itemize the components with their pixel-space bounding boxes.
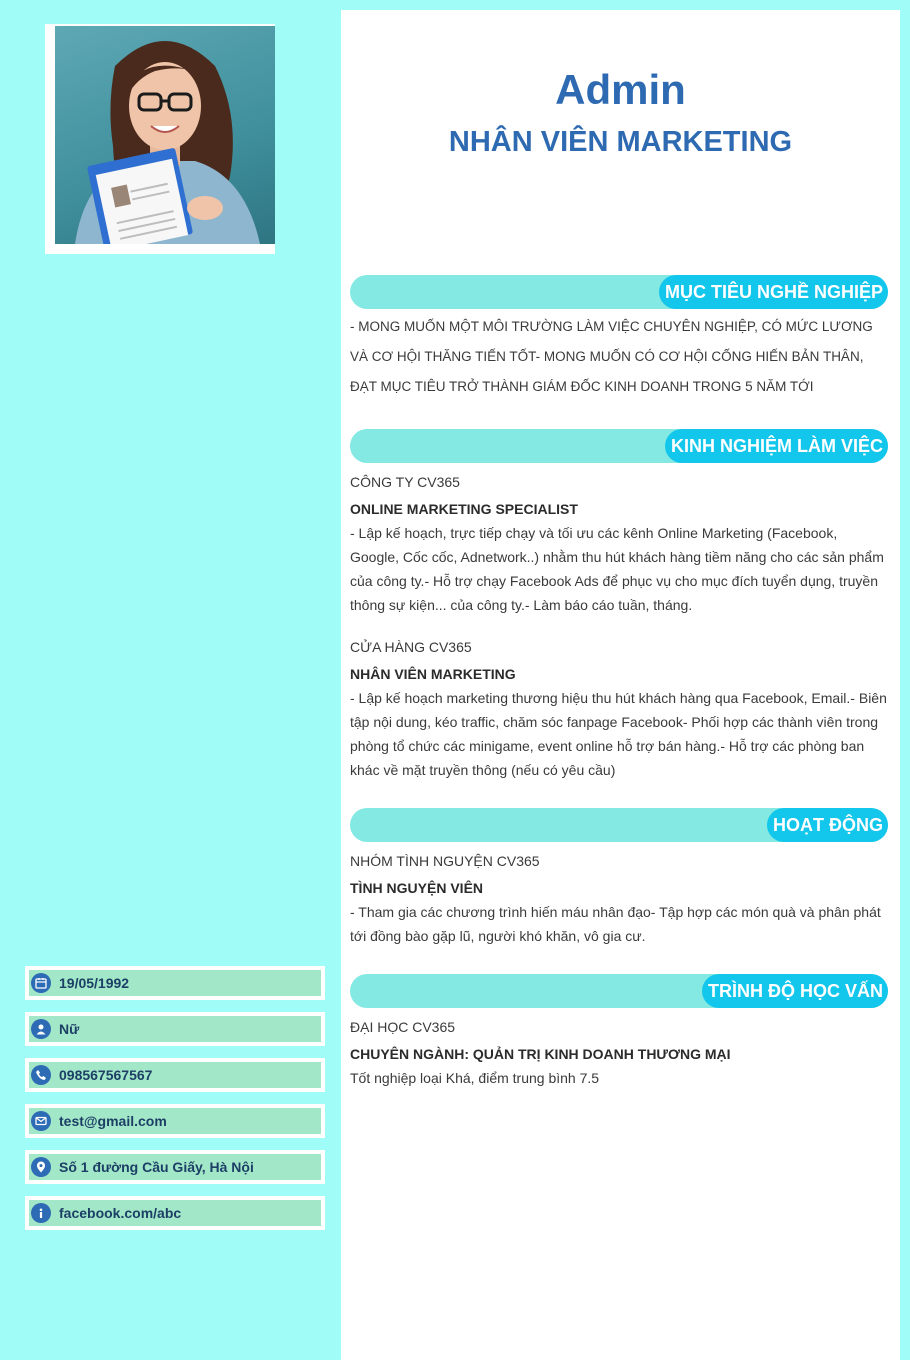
experience-role: ONLINE MARKETING SPECIALIST	[350, 501, 578, 517]
experience-item: CỬA HÀNG CV365 NHÂN VIÊN MARKETING - Lập…	[350, 638, 890, 782]
activity-role: TÌNH NGUYỆN VIÊN	[350, 880, 484, 896]
main-content: Admin NHÂN VIÊN MARKETING MỤC TIÊU NGHỀ …	[341, 10, 900, 1360]
experience-org: CỬA HÀNG CV365	[350, 639, 472, 655]
education-item: ĐẠI HỌC CV365 CHUYÊN NGÀNH: QUẢN TRỊ KIN…	[350, 1018, 890, 1090]
education-desc: Tốt nghiệp loại Khá, điểm trung bình 7.5	[350, 1070, 600, 1086]
contact-text: test@gmail.com	[59, 1113, 167, 1129]
contact-address: Số 1 đường Cầu Giấy, Hà Nội	[25, 1150, 325, 1184]
contact-facebook[interactable]: facebook.com/abc	[25, 1196, 325, 1230]
profile-photo-frame	[45, 24, 275, 254]
activity-item: NHÓM TÌNH NGUYỆN CV365 TÌNH NGUYỆN VIÊN …	[350, 852, 890, 948]
profile-photo	[55, 26, 275, 244]
experience-desc: - Lập kế hoạch marketing thương hiệu thu…	[350, 690, 887, 778]
experience-item: CÔNG TY CV365 ONLINE MARKETING SPECIALIS…	[350, 473, 890, 617]
contact-phone: 098567567567	[25, 1058, 325, 1092]
section-education-header: TRÌNH ĐỘ HỌC VẤN	[350, 974, 888, 1008]
section-activities-header: HOẠT ĐỘNG	[350, 808, 888, 842]
location-icon	[31, 1157, 51, 1177]
education-major: CHUYÊN NGÀNH: QUẢN TRỊ KINH DOANH THƯƠNG…	[350, 1046, 731, 1062]
profile-job-title: NHÂN VIÊN MARKETING	[448, 126, 793, 158]
contact-text: 098567567567	[59, 1067, 153, 1083]
section-objective-header: MỤC TIÊU NGHỀ NGHIỆP	[350, 275, 888, 309]
experience-role: NHÂN VIÊN MARKETING	[350, 666, 516, 682]
contact-birthday: 19/05/1992	[25, 966, 325, 1000]
user-icon	[31, 1019, 51, 1039]
info-icon	[31, 1203, 51, 1223]
contact-text: 19/05/1992	[59, 975, 130, 991]
phone-icon	[31, 1065, 51, 1085]
experience-org: CÔNG TY CV365	[350, 474, 460, 490]
section-education-heading: TRÌNH ĐỘ HỌC VẤN	[702, 974, 888, 1008]
activity-org: NHÓM TÌNH NGUYỆN CV365	[350, 853, 540, 869]
activity-desc: - Tham gia các chương trình hiến máu nhâ…	[350, 904, 881, 944]
section-experience-header: KINH NGHIỆM LÀM VIỆC	[350, 429, 888, 463]
contact-text: facebook.com/abc	[59, 1205, 182, 1221]
cv-page: 19/05/1992 Nữ 098567567567 test@gmail.co…	[0, 0, 910, 1360]
objective-text: - MONG MUỐN MỘT MÔI TRƯỜNG LÀM VIỆC CHUY…	[350, 319, 873, 394]
contact-list: 19/05/1992 Nữ 098567567567 test@gmail.co…	[25, 966, 325, 1242]
contact-email[interactable]: test@gmail.com	[25, 1104, 325, 1138]
education-org: ĐẠI HỌC CV365	[350, 1019, 456, 1035]
profile-name: Admin	[555, 66, 686, 113]
email-icon	[31, 1111, 51, 1131]
contact-gender: Nữ	[25, 1012, 325, 1046]
section-objective-heading: MỤC TIÊU NGHỀ NGHIỆP	[658, 275, 888, 309]
experience-desc: - Lập kế hoạch, trực tiếp chạy và tối ưu…	[350, 525, 884, 613]
section-experience-heading: KINH NGHIỆM LÀM VIỆC	[664, 429, 888, 463]
contact-text: Nữ	[59, 1021, 80, 1037]
section-activities-heading: HOẠT ĐỘNG	[767, 808, 888, 842]
calendar-icon	[31, 973, 51, 993]
profile-photo-illustration	[75, 41, 260, 244]
contact-text: Số 1 đường Cầu Giấy, Hà Nội	[59, 1159, 254, 1175]
